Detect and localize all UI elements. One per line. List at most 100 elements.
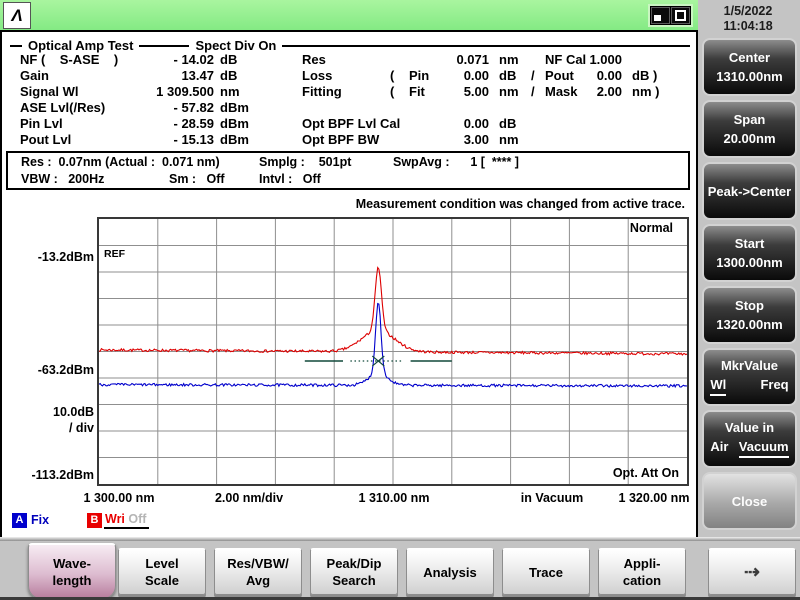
- spectrum-chart: Normal REF Opt. Att On: [97, 217, 689, 486]
- setting-label-2: Pout: [545, 68, 574, 83]
- param-unit: nm: [220, 84, 240, 99]
- param-unit: dBm: [220, 132, 249, 147]
- y-axis-scale-value: 10.0dB: [53, 405, 94, 419]
- trace-b-status: Wri Off: [104, 512, 150, 529]
- y-axis-ref-level: -13.2dBm: [37, 250, 94, 264]
- x-axis-per-div: 2.00 nm/div: [214, 491, 284, 505]
- menu-label: length: [52, 572, 92, 588]
- trace-b-extra: Off: [128, 512, 147, 526]
- param-unit: dBm: [220, 116, 249, 131]
- trace-b-mode: Wri: [105, 512, 125, 526]
- setting-label: Fitting: [302, 84, 342, 99]
- param-unit: dBm: [220, 100, 249, 115]
- setting-value-2: 2.00: [596, 84, 622, 99]
- softkey-stop[interactable]: Stop 1320.00nm: [702, 286, 797, 344]
- softkey-center[interactable]: Center 1310.00nm: [702, 38, 797, 96]
- menu-level-scale[interactable]: Level Scale: [118, 548, 206, 595]
- softkey-value: 20.00nm: [723, 131, 776, 146]
- setting-label: Res: [302, 52, 326, 67]
- softkey-label: Peak->Center: [707, 183, 792, 199]
- header-rule: [282, 44, 690, 47]
- maximize-button[interactable]: [671, 7, 690, 24]
- softkey-close[interactable]: Close: [702, 472, 797, 530]
- setting-row-opt-bpf-lvl-cal: Opt BPF Lvl Cal 0.00 dB: [302, 116, 694, 132]
- trace-mode-label: Normal: [629, 221, 673, 235]
- softkey-value-in[interactable]: Value in Air Vacuum: [702, 410, 797, 468]
- warning-message: Measurement condition was changed from a…: [355, 197, 685, 211]
- conditions-line-2: VBW : 200Hz Sm : Off Intvl : Off: [8, 172, 688, 189]
- analysis-header: Optical Amp Test Spect Div On: [10, 38, 690, 53]
- ref-level-label: REF: [104, 248, 125, 260]
- arrow-right-icon: ⇢: [744, 561, 760, 583]
- spectrum-plot: [98, 219, 688, 484]
- softkey-span[interactable]: Span 20.00nm: [702, 100, 797, 158]
- menu-analysis[interactable]: Analysis: [406, 548, 494, 595]
- softkey-option-wl[interactable]: Wl: [710, 377, 727, 396]
- opt-att-status: Opt. Att On: [612, 466, 679, 480]
- param-unit: dB: [220, 52, 238, 67]
- setting-unit: dB: [499, 68, 517, 83]
- menu-label: cation: [622, 573, 662, 588]
- res-setting: Res : 0.07nm (Actual : 0.071 nm): [21, 155, 220, 169]
- setting-unit: nm: [499, 52, 519, 67]
- param-row-signal-wl: Signal Wl 1 309.500 nm: [20, 84, 280, 100]
- menu-more-button[interactable]: ⇢: [708, 548, 796, 595]
- interval-setting: Intvl : Off: [259, 172, 321, 186]
- softkey-start[interactable]: Start 1300.00nm: [702, 224, 797, 282]
- minimize-button[interactable]: [651, 7, 670, 24]
- setting-row-loss: Loss (Pin 0.00 dB / Pout 0.00 dB ): [302, 68, 694, 84]
- softkey-value: 1300.00nm: [716, 255, 783, 270]
- setting-value-2: 0.00: [596, 68, 622, 83]
- setting-unit: nm: [499, 132, 519, 147]
- vbw-setting: VBW : 200Hz: [21, 172, 105, 186]
- param-row-gain: Gain 13.47 dB: [20, 68, 280, 84]
- titlebar: Λ: [0, 0, 698, 31]
- param-value: 1 309.500: [156, 84, 214, 99]
- softkey-label: MkrValue: [720, 358, 779, 373]
- x-axis-stop: 1 320.00 nm: [618, 491, 690, 505]
- softkey-mkrvalue[interactable]: MkrValue Wl Freq: [702, 348, 797, 406]
- menu-res-vbw-avg[interactable]: Res/VBW/Avg: [214, 548, 302, 595]
- param-label: ASE Lvl(/Res): [20, 100, 106, 115]
- setting-value: 0.071: [456, 52, 489, 67]
- menu-appli-cation[interactable]: Appli-cation: [598, 548, 686, 595]
- setting-row-opt-bpf-bw: Opt BPF BW 3.00 nm: [302, 132, 694, 148]
- trace-a-badge[interactable]: A: [12, 513, 27, 528]
- param-row-pin-lvl: Pin Lvl - 28.59 dBm: [20, 116, 280, 132]
- x-axis-medium: in Vacuum: [520, 491, 584, 505]
- menu-trace[interactable]: Trace: [502, 548, 590, 595]
- menu-label: Peak/Dip: [326, 556, 382, 571]
- spect-div-status: Spect Div On: [195, 38, 277, 53]
- softkey-panel: Center 1310.00nm Span 20.00nm Peak->Center St…: [700, 0, 800, 600]
- setting-row-res: Res 0.071 nm NF Cal 1.000: [302, 52, 694, 68]
- header-rule: [10, 44, 22, 47]
- param-unit: dB: [220, 68, 238, 83]
- softkey-value: 1320.00nm: [716, 317, 783, 332]
- softkey-peak-center[interactable]: Peak->Center: [702, 162, 797, 220]
- x-axis-center: 1 310.00 nm: [358, 491, 430, 505]
- x-axis-start: 1 300.00 nm: [83, 491, 155, 505]
- softkey-option-air[interactable]: Air: [710, 439, 728, 458]
- param-label: Signal Wl: [20, 84, 79, 99]
- param-label: Pin Lvl: [20, 116, 63, 131]
- softkey-value: 1310.00nm: [716, 69, 783, 84]
- menu-peak-dip-search[interactable]: Peak/Dip Search: [310, 548, 398, 595]
- menu-label: Analysis: [423, 564, 477, 580]
- softkey-option-vacuum[interactable]: Vacuum: [738, 439, 789, 458]
- minimize-icon: [654, 15, 661, 21]
- softkey-options: Wl Freq: [710, 377, 789, 396]
- softkey-options: Air Vacuum: [710, 439, 789, 458]
- param-value: - 57.82: [173, 100, 214, 115]
- setting-sublabel: Pin: [409, 68, 430, 83]
- setting-unit-2: nm ): [632, 84, 660, 99]
- setting-value-2: 1.000: [589, 52, 622, 67]
- menu-label: Search: [332, 573, 376, 588]
- softkey-label: Span: [733, 112, 766, 127]
- separator: /: [531, 68, 535, 83]
- softkey-option-freq[interactable]: Freq: [760, 377, 788, 396]
- trace-b-badge[interactable]: B: [87, 513, 102, 528]
- menu-wave-length[interactable]: Wave-length: [28, 543, 116, 599]
- menu-label: Scale: [145, 573, 179, 588]
- menu-label: Level: [145, 556, 179, 571]
- sampling-setting: Smplg : 501pt: [259, 155, 352, 169]
